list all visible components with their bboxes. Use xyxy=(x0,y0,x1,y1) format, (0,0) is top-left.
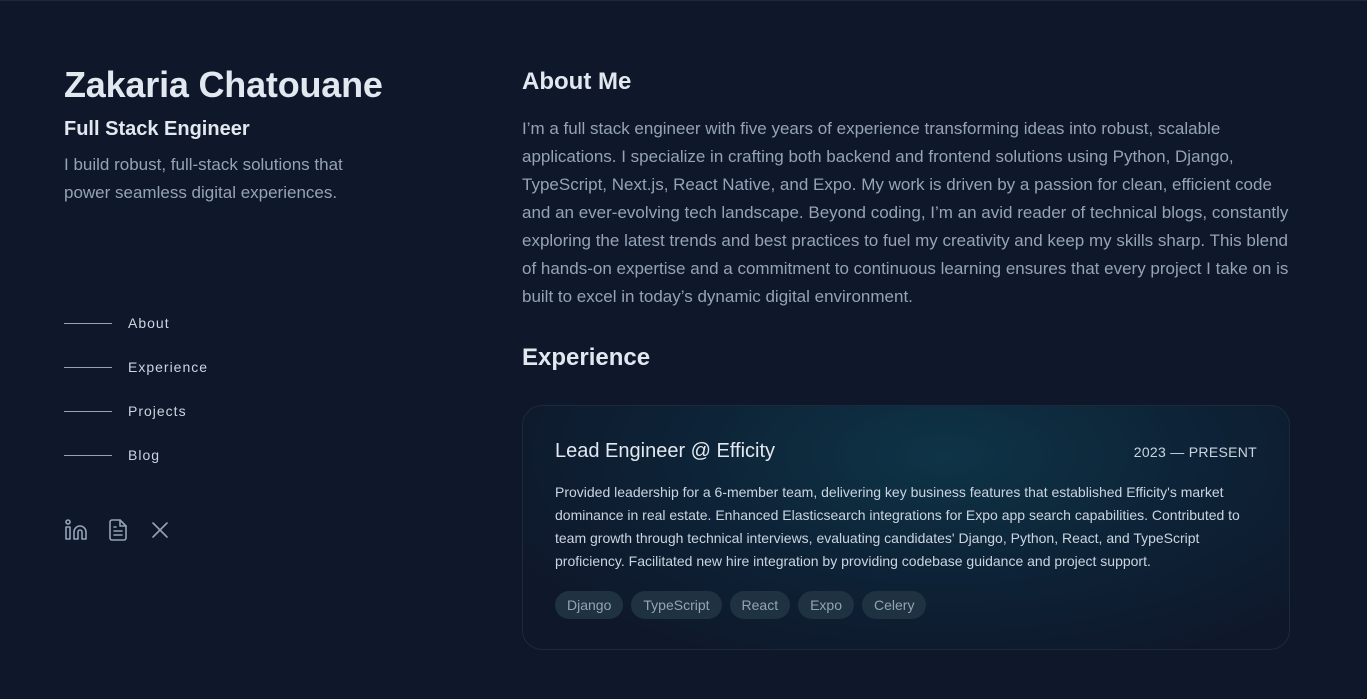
experience-card-header: Lead Engineer @ Efficity 2023 — PRESENT xyxy=(555,440,1257,463)
nav-item-projects[interactable]: Projects xyxy=(64,389,208,433)
profile-header: Zakaria Chatouane Full Stack Engineer I … xyxy=(64,65,424,207)
linkedin-icon[interactable] xyxy=(64,518,88,542)
nav-item-label: Experience xyxy=(128,359,209,375)
section-nav: About Experience Projects Blog xyxy=(64,301,208,477)
nav-item-experience[interactable]: Experience xyxy=(64,345,208,389)
experience-section: Experience Lead Engineer @ Efficity 2023… xyxy=(522,343,1290,650)
tech-tag: Django xyxy=(555,591,624,619)
resume-document-icon[interactable] xyxy=(106,518,130,542)
job-title: Lead Engineer @ Efficity xyxy=(555,440,776,462)
nav-indicator-line xyxy=(64,366,112,368)
profile-role: Full Stack Engineer xyxy=(64,118,250,140)
nav-indicator-line xyxy=(64,454,112,456)
tech-tag: Celery xyxy=(862,591,927,619)
about-text: I’m a full stack engineer with five year… xyxy=(522,119,1289,306)
tech-tag: TypeScript xyxy=(631,591,722,619)
tech-tag: React xyxy=(729,591,791,619)
main-content: About Me I’m a full stack engineer with … xyxy=(522,67,1290,650)
nav-item-label: Projects xyxy=(128,403,187,419)
nav-item-about[interactable]: About xyxy=(64,301,208,345)
job-date: 2023 — PRESENT xyxy=(1133,443,1257,460)
social-links xyxy=(64,518,172,542)
nav-item-label: About xyxy=(128,315,170,331)
profile-name[interactable]: Zakaria Chatouane xyxy=(64,65,424,105)
tech-tags: Django TypeScript React Expo Celery xyxy=(555,591,1257,619)
experience-card[interactable]: Lead Engineer @ Efficity 2023 — PRESENT … xyxy=(522,405,1290,650)
nav-item-label: Blog xyxy=(128,447,161,463)
job-description: Provided leadership for a 6-member team,… xyxy=(555,484,1240,569)
x-icon[interactable] xyxy=(148,518,172,542)
nav-indicator-line xyxy=(64,322,112,324)
portfolio-page: Zakaria Chatouane Full Stack Engineer I … xyxy=(0,0,1367,699)
experience-heading: Experience xyxy=(522,344,651,371)
nav-item-blog[interactable]: Blog xyxy=(64,433,208,477)
nav-indicator-line xyxy=(64,410,112,412)
profile-tagline: I build robust, full-stack solutions tha… xyxy=(64,155,343,202)
about-section: About Me I’m a full stack engineer with … xyxy=(522,67,1290,311)
tech-tag: Expo xyxy=(798,591,855,619)
about-heading: About Me xyxy=(522,68,632,95)
